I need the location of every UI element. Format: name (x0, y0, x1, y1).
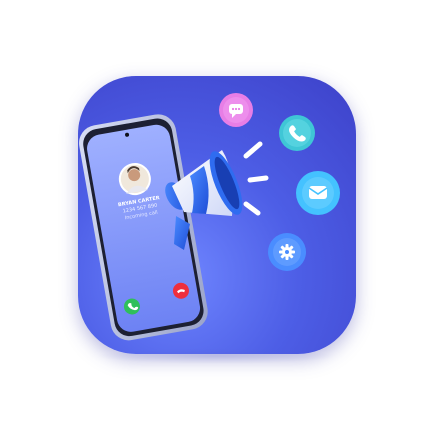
chat-bubble (219, 93, 253, 127)
sound-wave-top (243, 141, 263, 159)
app-icon-illustration: BRYAN CARTER 1234 567 890 Incoming call (79, 93, 340, 341)
sound-wave-middle (247, 175, 269, 183)
gear-icon (279, 244, 295, 260)
message-bubble (296, 171, 340, 215)
message-icon (308, 186, 328, 199)
phone-bubble (279, 115, 315, 151)
smartphone: BRYAN CARTER 1234 567 890 Incoming call (79, 114, 208, 341)
sound-wave-bottom (243, 201, 261, 216)
settings-bubble (268, 233, 306, 271)
